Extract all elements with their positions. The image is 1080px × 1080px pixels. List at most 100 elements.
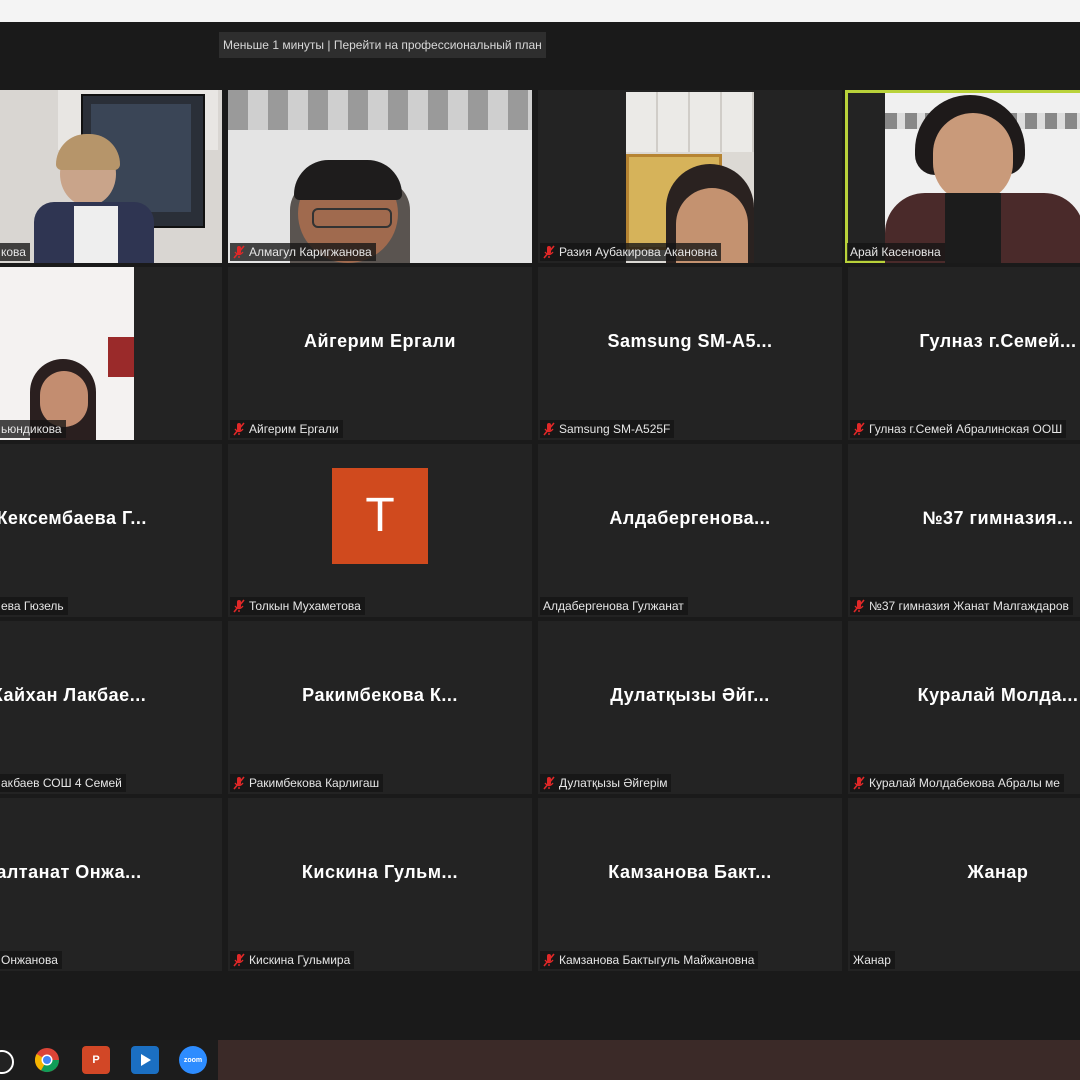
participant-name: Онжанова [1, 953, 58, 967]
participant-name: Гулназ г.Семей Абралинская ООШ [869, 422, 1063, 436]
participant-display-name: Кискина Гульм... [301, 862, 459, 882]
mic-muted-icon [543, 422, 555, 436]
participant-display-name: Алдабергенова... [609, 508, 771, 528]
participant-nameplate: Samsung SM-A525F [540, 420, 675, 438]
mic-muted-icon [233, 422, 245, 436]
video-tile[interactable]: Жанар Жанар [848, 798, 1080, 971]
participant-display-name: Ракимбекова К... [302, 685, 458, 705]
participant-display-name: Samsung SM-A5... [607, 331, 773, 351]
participant-display-name: Куралай Молда... [917, 685, 1079, 705]
participant-nameplate: акбаев СОШ 4 Семей [0, 774, 126, 792]
powerpoint-icon[interactable]: P [82, 1046, 110, 1074]
participant-video [885, 93, 1080, 263]
participant-nameplate: ьюндикова [0, 420, 66, 438]
zoom-icon[interactable]: zoom [179, 1046, 207, 1074]
gallery-view: кова Алмагул Каригжанова Разия Аубакиров… [0, 90, 1080, 980]
participant-nameplate: Куралай Молдабекова Абралы ме [850, 774, 1064, 792]
participant-nameplate: Ракимбекова Карлигаш [230, 774, 384, 792]
participant-name: Куралай Молдабекова Абралы ме [869, 776, 1060, 790]
participant-display-name: алтанат Онжа... [0, 862, 142, 882]
mic-muted-icon [853, 776, 865, 790]
participant-nameplate: Арай Касеновна [847, 243, 945, 261]
video-tile[interactable]: Дулатқызы Әйг... Дулатқызы Әйгерім [538, 621, 842, 794]
video-tile[interactable]: Кайхан Лакбае... акбаев СОШ 4 Семей [0, 621, 222, 794]
participant-nameplate: Жанар [850, 951, 895, 969]
participant-name: Дулатқызы Әйгерім [559, 776, 668, 790]
participant-name: №37 гимназия Жанат Малгаждаров [869, 599, 1069, 613]
participant-name: ева Гюзель [1, 599, 64, 613]
participant-name: Толкын Мухаметова [249, 599, 361, 613]
participant-name: Кискина Гульмира [249, 953, 351, 967]
video-tile[interactable]: Гулназ г.Семей... Гулназ г.Семей Абралин… [848, 267, 1080, 440]
mic-muted-icon [853, 422, 865, 436]
participant-name: Алдабергенова Гулжанат [543, 599, 684, 613]
participant-nameplate: Алдабергенова Гулжанат [540, 597, 688, 615]
chrome-icon[interactable] [33, 1046, 61, 1074]
participant-display-name: Дулатқызы Әйг... [610, 685, 770, 705]
participant-name: акбаев СОШ 4 Семей [1, 776, 122, 790]
participant-name: ьюндикова [1, 422, 62, 436]
participant-nameplate: Разия Аубакирова Акановна [540, 243, 722, 261]
participant-name: Жанар [853, 953, 891, 967]
video-tile[interactable]: Разия Аубакирова Акановна [538, 90, 842, 263]
participant-name: Разия Аубакирова Акановна [559, 245, 718, 259]
participant-video [626, 92, 754, 263]
participant-display-name: Айгерим Ергали [304, 331, 456, 351]
participant-display-name: Камзанова Бакт... [608, 862, 772, 882]
video-tile[interactable]: ьюндикова [0, 267, 222, 440]
video-tile[interactable]: Камзанова Бакт... Камзанова Бактыгуль Ма… [538, 798, 842, 971]
windows-media-icon[interactable] [131, 1046, 159, 1074]
time-limit-banner[interactable]: Меньше 1 минуты | Перейти на профессиона… [219, 32, 546, 58]
video-tile[interactable]: Samsung SM-A5... Samsung SM-A525F [538, 267, 842, 440]
mic-muted-icon [233, 599, 245, 613]
mic-muted-icon [233, 245, 245, 259]
video-tile[interactable]: Айгерим Ергали Айгерим Ергали [228, 267, 532, 440]
video-tile[interactable]: кова [0, 90, 222, 263]
participant-video [0, 90, 222, 263]
browser-top-strip [0, 0, 1080, 22]
avatar: T [332, 468, 428, 564]
video-tile-active-speaker[interactable]: Арай Касеновна [845, 90, 1080, 263]
mic-muted-icon [543, 953, 555, 967]
video-tile[interactable]: Кискина Гульм... Кискина Гульмира [228, 798, 532, 971]
participant-display-name: Жексембаева Г... [0, 508, 147, 528]
mic-muted-icon [543, 245, 555, 259]
participant-nameplate: Кискина Гульмира [230, 951, 355, 969]
participant-display-name: Гулназ г.Семей... [919, 331, 1077, 351]
participant-nameplate: Дулатқызы Әйгерім [540, 774, 672, 792]
participant-name: Алмагул Каригжанова [249, 245, 372, 259]
windows-taskbar: P zoom [0, 1040, 1080, 1080]
video-tile[interactable]: Куралай Молда... Куралай Молдабекова Абр… [848, 621, 1080, 794]
participant-name: Samsung SM-A525F [559, 422, 671, 436]
participant-name: Арай Касеновна [850, 245, 941, 259]
participant-name: Камзанова Бактыгуль Майжановна [559, 953, 755, 967]
video-tile[interactable]: №37 гимназия... №37 гимназия Жанат Малга… [848, 444, 1080, 617]
participant-video [228, 90, 532, 263]
mic-muted-icon [853, 599, 865, 613]
participant-display-name: Кайхан Лакбае... [0, 685, 147, 705]
participant-nameplate: Онжанова [0, 951, 62, 969]
participant-nameplate: кова [0, 243, 30, 261]
participant-name: кова [1, 245, 26, 259]
mic-muted-icon [233, 953, 245, 967]
video-tile[interactable]: Ракимбекова К... Ракимбекова Карлигаш [228, 621, 532, 794]
participant-video [0, 267, 134, 440]
participant-nameplate: Камзанова Бактыгуль Майжановна [540, 951, 759, 969]
video-tile[interactable]: T Толкын Мухаметова [228, 444, 532, 617]
participant-nameplate: ева Гюзель [0, 597, 68, 615]
participant-nameplate: Гулназ г.Семей Абралинская ООШ [850, 420, 1067, 438]
video-tile[interactable]: алтанат Онжа... Онжанова [0, 798, 222, 971]
participant-nameplate: №37 гимназия Жанат Малгаждаров [850, 597, 1073, 615]
participant-nameplate: Алмагул Каригжанова [230, 243, 376, 261]
participant-display-name: №37 гимназия... [922, 508, 1074, 528]
participant-name: Ракимбекова Карлигаш [249, 776, 380, 790]
participant-display-name: Жанар [967, 862, 1029, 882]
video-tile[interactable]: Жексембаева Г... ева Гюзель [0, 444, 222, 617]
participant-nameplate: Толкын Мухаметова [230, 597, 365, 615]
participant-name: Айгерим Ергали [249, 422, 339, 436]
video-tile[interactable]: Алдабергенова... Алдабергенова Гулжанат [538, 444, 842, 617]
video-tile[interactable]: Алмагул Каригжанова [228, 90, 532, 263]
participant-nameplate: Айгерим Ергали [230, 420, 343, 438]
mic-muted-icon [233, 776, 245, 790]
mic-muted-icon [543, 776, 555, 790]
